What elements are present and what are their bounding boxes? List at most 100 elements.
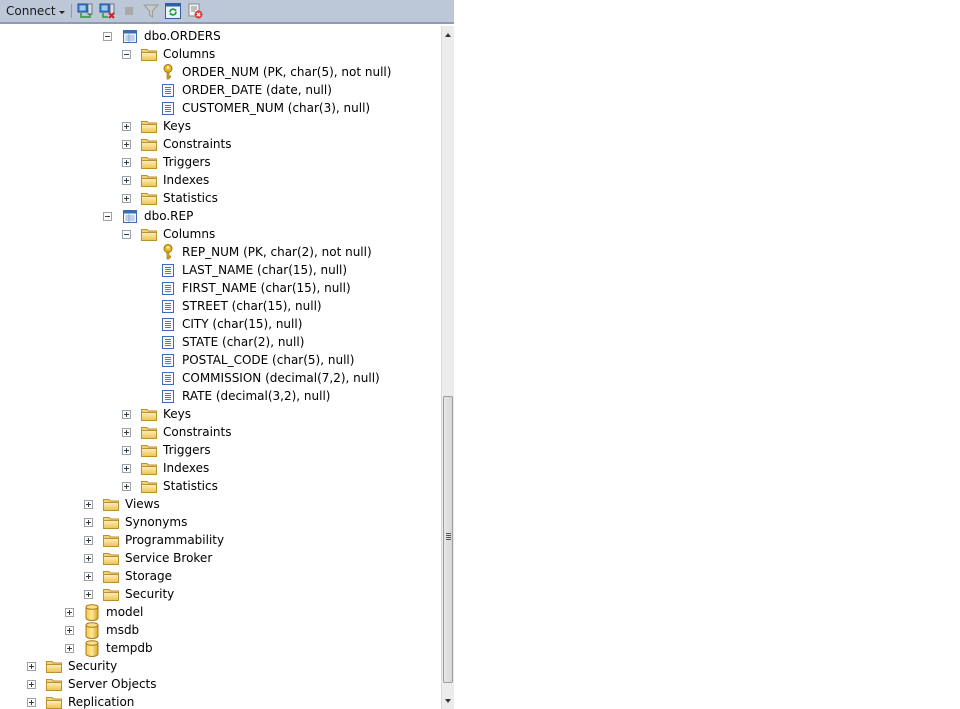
tree-node[interactable]: Keys <box>122 117 193 135</box>
connect-object-explorer-button[interactable] <box>76 2 94 20</box>
tree-node[interactable]: dbo.REP <box>103 207 195 225</box>
stop-button[interactable] <box>120 2 138 20</box>
tree-node-label[interactable]: model <box>104 604 145 620</box>
tree-node-label[interactable]: dbo.REP <box>142 208 195 224</box>
expand-icon[interactable] <box>122 409 131 419</box>
connect-dropdown-button[interactable]: Connect <box>6 4 65 18</box>
expand-icon[interactable] <box>27 679 36 689</box>
tree-node[interactable]: CITY (char(15), null) <box>141 315 304 333</box>
expand-icon[interactable] <box>122 175 131 185</box>
tree-node-label[interactable]: Constraints <box>161 136 233 152</box>
collapse-icon[interactable] <box>103 211 112 221</box>
object-explorer-tree[interactable]: dbo.ORDERS Columns ORDER_NUM (PK, char(5),… <box>0 26 441 709</box>
tree-node-label[interactable]: Columns <box>161 226 217 242</box>
scroll-down-arrow-icon[interactable] <box>445 699 451 703</box>
tree-node-label[interactable]: STREET (char(15), null) <box>180 298 324 314</box>
scrollbar-thumb[interactable] <box>443 396 453 683</box>
tree-node-label[interactable]: msdb <box>104 622 141 638</box>
tree-node-label[interactable]: Security <box>123 586 176 602</box>
expand-icon[interactable] <box>122 157 131 167</box>
tree-node-label[interactable]: Indexes <box>161 172 211 188</box>
tree-node[interactable]: STREET (char(15), null) <box>141 297 324 315</box>
cancel-script-button[interactable] <box>186 2 204 20</box>
tree-node[interactable]: Indexes <box>122 171 211 189</box>
expand-icon[interactable] <box>65 643 74 653</box>
expand-icon[interactable] <box>122 193 131 203</box>
tree-node[interactable]: ORDER_DATE (date, null) <box>141 81 334 99</box>
tree-node-label[interactable]: POSTAL_CODE (char(5), null) <box>180 352 356 368</box>
expand-icon[interactable] <box>122 463 131 473</box>
tree-node-label[interactable]: dbo.ORDERS <box>142 28 223 44</box>
tree-node-label[interactable]: Statistics <box>161 478 220 494</box>
tree-node[interactable]: STATE (char(2), null) <box>141 333 306 351</box>
tree-node[interactable]: COMMISSION (decimal(7,2), null) <box>141 369 382 387</box>
tree-node[interactable]: model <box>65 603 145 621</box>
tree-node[interactable]: ORDER_NUM (PK, char(5), not null) <box>141 63 393 81</box>
expand-icon[interactable] <box>84 517 93 527</box>
tree-node[interactable]: Keys <box>122 405 193 423</box>
expand-icon[interactable] <box>65 625 74 635</box>
tree-node-label[interactable]: Keys <box>161 118 193 134</box>
tree-node-label[interactable]: tempdb <box>104 640 155 656</box>
expand-icon[interactable] <box>84 589 93 599</box>
tree-node[interactable]: RATE (decimal(3,2), null) <box>141 387 332 405</box>
tree-node[interactable]: Triggers <box>122 441 213 459</box>
tree-node[interactable]: Programmability <box>84 531 226 549</box>
collapse-icon[interactable] <box>122 229 131 239</box>
tree-node[interactable]: Service Broker <box>84 549 214 567</box>
expand-icon[interactable] <box>84 553 93 563</box>
tree-node[interactable]: Columns <box>122 45 217 63</box>
tree-node-label[interactable]: Keys <box>161 406 193 422</box>
tree-node-label[interactable]: Triggers <box>161 442 213 458</box>
tree-node-label[interactable]: Storage <box>123 568 174 584</box>
tree-node[interactable]: Server Objects <box>27 675 159 693</box>
tree-node[interactable]: Columns <box>122 225 217 243</box>
tree-node-label[interactable]: REP_NUM (PK, char(2), not null) <box>180 244 374 260</box>
tree-node[interactable]: Security <box>27 657 119 675</box>
tree-node[interactable]: Storage <box>84 567 174 585</box>
filter-button[interactable] <box>142 2 160 20</box>
tree-node-label[interactable]: Replication <box>66 694 136 709</box>
tree-node-label[interactable]: Statistics <box>161 190 220 206</box>
expand-icon[interactable] <box>122 481 131 491</box>
tree-node[interactable]: REP_NUM (PK, char(2), not null) <box>141 243 374 261</box>
expand-icon[interactable] <box>122 445 131 455</box>
tree-node[interactable]: FIRST_NAME (char(15), null) <box>141 279 353 297</box>
tree-node-label[interactable]: RATE (decimal(3,2), null) <box>180 388 332 404</box>
tree-node-label[interactable]: Indexes <box>161 460 211 476</box>
tree-node[interactable]: Security <box>84 585 176 603</box>
tree-node-label[interactable]: Programmability <box>123 532 226 548</box>
tree-node[interactable]: tempdb <box>65 639 155 657</box>
tree-node[interactable]: Constraints <box>122 135 233 153</box>
tree-node-label[interactable]: COMMISSION (decimal(7,2), null) <box>180 370 382 386</box>
tree-node[interactable]: Constraints <box>122 423 233 441</box>
vertical-scrollbar[interactable] <box>441 26 454 709</box>
expand-icon[interactable] <box>27 697 36 707</box>
tree-node[interactable]: Replication <box>27 693 136 709</box>
tree-node[interactable]: msdb <box>65 621 141 639</box>
tree-node-label[interactable]: CUSTOMER_NUM (char(3), null) <box>180 100 372 116</box>
tree-node[interactable]: Indexes <box>122 459 211 477</box>
tree-node-label[interactable]: ORDER_NUM (PK, char(5), not null) <box>180 64 393 80</box>
expand-icon[interactable] <box>122 139 131 149</box>
tree-node-label[interactable]: ORDER_DATE (date, null) <box>180 82 334 98</box>
tree-node-label[interactable]: Synonyms <box>123 514 189 530</box>
tree-node-label[interactable]: STATE (char(2), null) <box>180 334 306 350</box>
tree-node[interactable]: Synonyms <box>84 513 189 531</box>
tree-node[interactable]: Triggers <box>122 153 213 171</box>
tree-node-label[interactable]: Constraints <box>161 424 233 440</box>
tree-node[interactable]: dbo.ORDERS <box>103 27 223 45</box>
tree-node-label[interactable]: FIRST_NAME (char(15), null) <box>180 280 353 296</box>
expand-icon[interactable] <box>122 121 131 131</box>
tree-node-label[interactable]: Security <box>66 658 119 674</box>
collapse-icon[interactable] <box>122 49 131 59</box>
tree-node-label[interactable]: Columns <box>161 46 217 62</box>
expand-icon[interactable] <box>27 661 36 671</box>
tree-node[interactable]: CUSTOMER_NUM (char(3), null) <box>141 99 372 117</box>
scroll-up-arrow-icon[interactable] <box>445 33 451 37</box>
tree-node-label[interactable]: Triggers <box>161 154 213 170</box>
expand-icon[interactable] <box>65 607 74 617</box>
tree-node[interactable]: POSTAL_CODE (char(5), null) <box>141 351 356 369</box>
disconnect-button[interactable] <box>98 2 116 20</box>
expand-icon[interactable] <box>84 535 93 545</box>
